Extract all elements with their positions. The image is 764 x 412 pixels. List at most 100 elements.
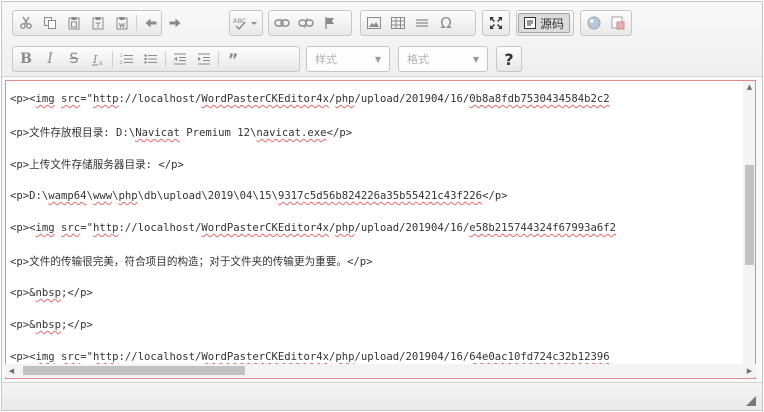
spell-flagged-word: 9317c5d56b824226a35b55421c43f226 <box>277 190 483 202</box>
resize-handle-icon[interactable] <box>746 396 756 406</box>
code-text: ://localhost/ <box>118 351 202 363</box>
spell-flagged-word: img <box>35 93 55 105</box>
italic-button[interactable]: I <box>38 48 62 70</box>
link-group <box>268 10 352 36</box>
clipboard-group <box>12 10 181 36</box>
chevron-down-icon: ▼ <box>472 54 479 64</box>
spell-flagged-word: http <box>92 351 119 363</box>
source-button[interactable]: 源码 <box>518 13 571 33</box>
code-text: /upload/201904/16/ <box>354 222 470 234</box>
spell-flagged-word: nbsp <box>35 319 62 331</box>
paste-icon[interactable] <box>62 12 86 34</box>
spell-flagged-word: src <box>61 93 81 105</box>
spell-flagged-word: WordPasterCKEditor4x <box>201 222 329 234</box>
link-icon[interactable] <box>270 12 294 34</box>
code-text: <p>D:\ <box>10 190 49 202</box>
vertical-scroll-thumb[interactable] <box>745 165 754 265</box>
code-text: ://localhost/ <box>118 93 202 105</box>
spell-flagged-word: 0b8a8fdb7530434584b2c2 <box>469 93 610 105</box>
code-text: <p>< <box>10 351 36 363</box>
ckeditor: ABC Ω 源码 B I S I x 1 2 ” 样式 ▼ 格式 ▼ ? <p>… <box>1 1 763 411</box>
spell-flagged-word: nbsp <box>35 287 62 299</box>
spell-flagged-word: img <box>35 351 55 363</box>
spell-flagged-word: http <box>92 93 119 105</box>
format-label: 格式 <box>407 53 429 66</box>
separator <box>112 51 113 67</box>
code-text: <p>& <box>10 319 36 331</box>
code-line: <p>D:\wamp64\www\php\db\upload\2019\04\1… <box>10 190 508 202</box>
paste-word-icon[interactable] <box>110 12 134 34</box>
scroll-up-icon[interactable]: ▲ <box>743 81 755 93</box>
unlink-icon[interactable] <box>294 12 318 34</box>
source-group: 源码 <box>516 10 574 36</box>
wordpaster-icon[interactable] <box>582 12 606 34</box>
bold-button[interactable]: B <box>14 48 38 70</box>
vertical-scrollbar[interactable]: ▲ ▼ <box>743 81 755 378</box>
paste-text-icon[interactable] <box>86 12 110 34</box>
spell-flagged-word: wamp64 <box>48 190 87 202</box>
code-text: =" <box>80 222 93 234</box>
code-text: <p>上传文件存储服务器目录: </p> <box>10 159 184 171</box>
spell-flagged-word: php <box>335 93 355 105</box>
outdent-icon[interactable] <box>168 48 192 70</box>
strikethrough-button[interactable]: S <box>62 48 86 70</box>
blockquote-icon[interactable]: ” <box>221 48 245 70</box>
indent-icon[interactable] <box>192 48 216 70</box>
special-char-icon[interactable]: Ω <box>434 12 458 34</box>
scroll-left-icon[interactable]: ◀ <box>5 364 18 377</box>
svg-text:2: 2 <box>120 60 123 65</box>
maximize-icon[interactable] <box>484 12 508 34</box>
code-text: <p>文件的传输很完美，符合项目的构造；对于文件夹的传输更为重要。</p> <box>10 256 373 268</box>
code-text: <p>< <box>10 93 36 105</box>
code-line: <p>&nbsp;</p> <box>10 287 93 299</box>
code-text: <p>文件存放根目录: D:\ <box>10 127 136 139</box>
source-textarea[interactable]: <p><img src="http://localhost/WordPaster… <box>10 81 743 378</box>
code-line: <p>&nbsp;</p> <box>10 319 93 331</box>
bulleted-list-icon[interactable] <box>139 48 163 70</box>
code-text: ://localhost/ <box>118 222 202 234</box>
spellcheck-group: ABC <box>229 10 263 36</box>
image-icon[interactable] <box>362 12 386 34</box>
source-editing-area[interactable]: <p><img src="http://localhost/WordPaster… <box>5 80 756 379</box>
horizontal-rule-icon[interactable] <box>410 12 434 34</box>
spell-flagged-word: Navicat <box>135 127 180 139</box>
svg-text:I: I <box>92 53 98 66</box>
numbered-list-icon[interactable]: 12 <box>115 48 139 70</box>
plugin-group <box>580 10 632 36</box>
image-upload-icon[interactable] <box>606 12 630 34</box>
styles-combo[interactable]: 样式 ▼ <box>306 46 390 72</box>
spell-flagged-word: WordPasterCKEditor4x <box>201 351 329 363</box>
table-icon[interactable] <box>386 12 410 34</box>
svg-text:1: 1 <box>120 53 123 58</box>
undo-icon[interactable] <box>139 12 163 34</box>
svg-text:x: x <box>99 60 103 66</box>
format-combo[interactable]: 格式 ▼ <box>398 46 488 72</box>
chevron-down-icon: ▼ <box>374 54 381 64</box>
code-text: /upload/201904/16/ <box>354 351 470 363</box>
help-button[interactable]: ? <box>496 46 522 72</box>
spell-flagged-word: php <box>335 222 355 234</box>
code-text: =" <box>80 93 93 105</box>
anchor-icon[interactable] <box>318 12 342 34</box>
spell-flagged-word: WordPasterCKEditor4x <box>201 93 329 105</box>
code-text: Premium 12\ <box>179 127 257 139</box>
spellcheck-icon[interactable]: ABC <box>231 12 261 34</box>
svg-text:ABC: ABC <box>233 17 247 25</box>
spell-flagged-word: 64e0ac10fd724c32b12396 <box>469 351 610 363</box>
cut-icon[interactable] <box>14 12 38 34</box>
code-text: ;</p> <box>61 319 93 331</box>
spell-flagged-word: www <box>92 190 113 202</box>
spell-flagged-word: src <box>61 222 81 234</box>
toolbar: ABC Ω 源码 B I S I x 1 2 ” 样式 ▼ 格式 ▼ ? <box>2 2 762 77</box>
source-label: 源码 <box>540 16 565 31</box>
redo-icon[interactable] <box>163 12 187 34</box>
horizontal-scrollbar[interactable]: ◀ ▶ <box>5 364 756 377</box>
horizontal-scroll-thumb[interactable] <box>23 366 245 375</box>
spell-flagged-word: img <box>35 222 55 234</box>
scroll-right-icon[interactable]: ▶ <box>743 364 756 377</box>
remove-format-icon[interactable]: Ix <box>86 48 110 70</box>
spell-flagged-word: e58b215744324f67993a6f2 <box>469 222 616 234</box>
code-text: <p>< <box>10 222 36 234</box>
copy-icon[interactable] <box>38 12 62 34</box>
code-text: =" <box>80 351 93 363</box>
